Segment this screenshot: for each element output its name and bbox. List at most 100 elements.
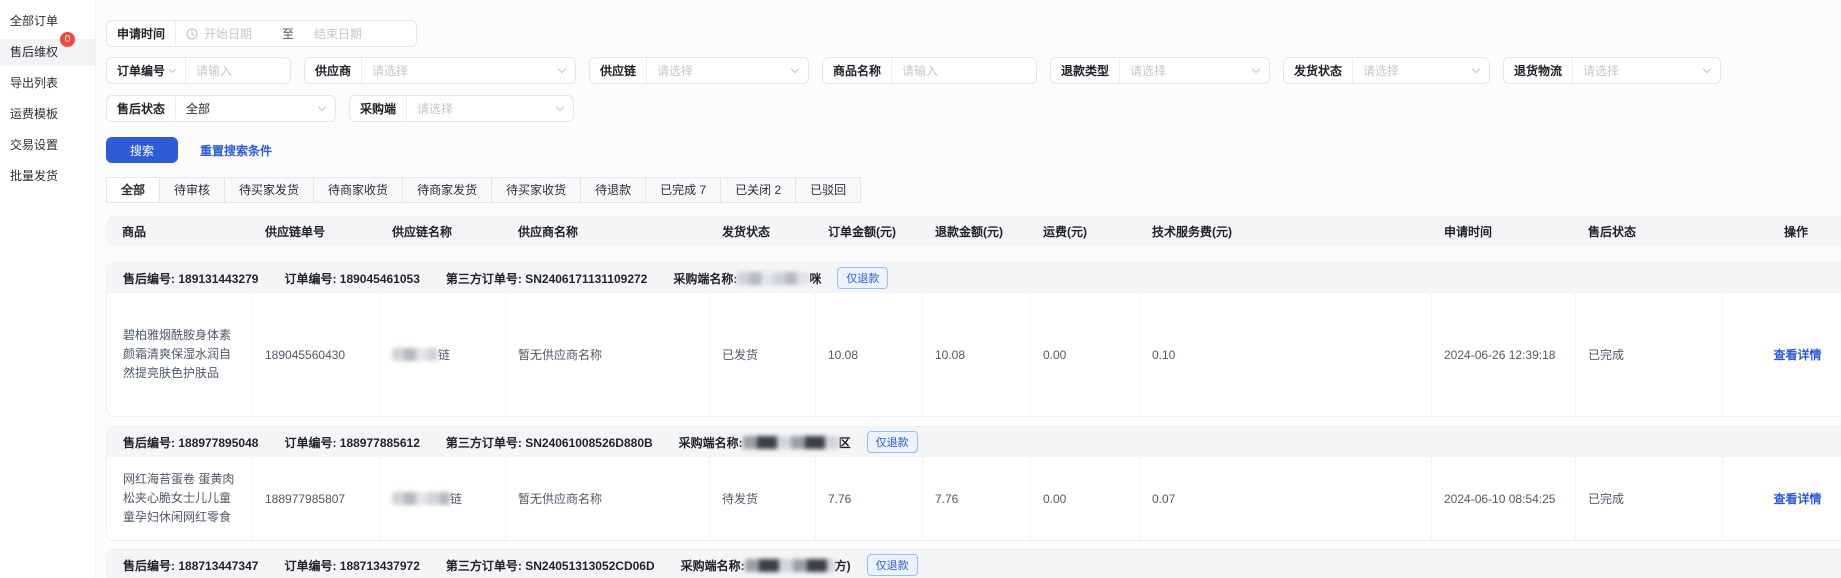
supply-chain-no: 188977985807 — [252, 457, 379, 540]
table-row: 网红海苔蛋卷 蛋黄肉松夹心脆女士儿儿童童孕妇休闲网红零食 18897798580… — [107, 457, 1841, 540]
sidebar-item-freight-template[interactable]: 运费模板 — [0, 101, 95, 128]
supplier-filter-label: 供应商 — [305, 58, 362, 83]
tab-buyer-to-receive[interactable]: 待买家收货 — [491, 177, 581, 203]
order-amount: 10.08 — [815, 293, 922, 416]
apply-time-filter: 申请时间 开始日期 至 结束日期 — [106, 20, 417, 47]
chevron-down-icon — [318, 103, 326, 111]
supplier-name: 暂无供应商名称 — [505, 457, 709, 540]
chevron-down-icon — [169, 65, 176, 72]
supplier-filter: 供应商 请选择 — [304, 57, 576, 84]
date-range-input[interactable]: 开始日期 至 结束日期 — [176, 21, 416, 46]
sidebar-item-label: 运费模板 — [10, 107, 58, 121]
after-sale-no: 售后编号: 188713447347 — [123, 557, 258, 574]
delivery-status-filter-label: 发货状态 — [1284, 58, 1353, 83]
sidebar-item-trade-settings[interactable]: 交易设置 — [0, 132, 95, 159]
col-operation: 操作 — [1721, 223, 1841, 240]
filter-row-date: 申请时间 开始日期 至 结束日期 — [106, 20, 1841, 47]
redacted-text — [745, 559, 835, 572]
tab-buyer-to-ship[interactable]: 待买家发货 — [224, 177, 314, 203]
sidebar: 全部订单 售后维权 0 导出列表 运费模板 交易设置 批量发货 — [0, 0, 95, 578]
product-name-input[interactable]: 请输入 — [892, 58, 1036, 83]
purchase-side-select[interactable]: 请选择 — [407, 96, 573, 121]
col-supply-chain-no: 供应链单号 — [251, 223, 378, 240]
refund-only-badge: 仅退款 — [867, 431, 918, 453]
redacted-text — [743, 436, 839, 449]
supply-chain-filter: 供应链 请选择 — [589, 57, 809, 84]
purchaser-name: 采购端名称:咪 — [673, 270, 821, 287]
search-button[interactable]: 搜索 — [106, 137, 178, 163]
col-supplier-name: 供应商名称 — [504, 223, 708, 240]
chevron-down-icon — [1252, 65, 1260, 73]
return-logistics-select[interactable]: 请选择 — [1573, 58, 1720, 83]
refund-amount: 7.76 — [922, 457, 1030, 540]
filter-row-2: 订单编号 请输入 供应商 请选择 供应链 请选择 商品名称 请输入 — [106, 57, 1841, 84]
after-sale-status-filter-label: 售后状态 — [107, 96, 176, 121]
refund-type-filter-label: 退款类型 — [1051, 58, 1120, 83]
order-group: 售后编号: 188977895048 订单编号: 188977885612 第三… — [106, 426, 1841, 541]
main-content: 申请时间 开始日期 至 结束日期 订单编号 请输入 供应商 — [95, 0, 1841, 578]
product-name-filter-label: 商品名称 — [823, 58, 892, 83]
order-group-header: 售后编号: 188713447347 订单编号: 188713437972 第三… — [107, 550, 1841, 578]
supplier-select[interactable]: 请选择 — [362, 58, 575, 83]
sidebar-item-export-list[interactable]: 导出列表 — [0, 70, 95, 97]
tab-pending-review[interactable]: 待审核 — [159, 177, 225, 203]
supply-chain-filter-label: 供应链 — [590, 58, 647, 83]
col-delivery-status: 发货状态 — [708, 223, 814, 240]
col-product: 商品 — [106, 223, 251, 240]
status-tabs: 全部 待审核 待买家发货 待商家收货 待商家发货 待买家收货 待退款 已完成 7… — [106, 177, 1841, 203]
redacted-text — [392, 492, 450, 505]
tab-completed[interactable]: 已完成 7 — [645, 177, 721, 203]
tab-merchant-to-ship[interactable]: 待商家发货 — [402, 177, 492, 203]
refund-type-filter: 退款类型 请选择 — [1050, 57, 1270, 84]
supplier-name: 暂无供应商名称 — [505, 293, 709, 416]
reset-filters-link[interactable]: 重置搜索条件 — [200, 142, 272, 159]
tech-service-fee: 0.07 — [1139, 457, 1431, 540]
view-detail-link[interactable]: 查看详情 — [1773, 346, 1821, 363]
sidebar-item-label: 全部订单 — [10, 14, 58, 28]
chevron-down-icon — [556, 103, 564, 111]
sidebar-item-all-orders[interactable]: 全部订单 — [0, 8, 95, 35]
after-sale-no: 售后编号: 189131443279 — [123, 270, 258, 287]
sidebar-item-after-sale[interactable]: 售后维权 0 — [0, 39, 95, 66]
purchase-side-filter-label: 采购端 — [350, 96, 407, 121]
tab-merchant-to-receive[interactable]: 待商家收货 — [313, 177, 403, 203]
col-refund-amount: 退款金额(元) — [921, 223, 1029, 240]
after-sale-status-select[interactable]: 全部 — [176, 96, 335, 121]
sidebar-item-label: 售后维权 — [10, 45, 58, 59]
third-party-order-no: 第三方订单号: SN24051313052CD06D — [446, 557, 655, 574]
third-party-order-no: 第三方订单号: SN2406171131109272 — [446, 270, 647, 287]
chevron-down-icon — [558, 65, 566, 73]
purchaser-name: 采购端名称:方) — [681, 557, 851, 574]
filter-actions: 搜索 重置搜索条件 — [106, 137, 1841, 163]
purchaser-name: 采购端名称:区 — [679, 434, 851, 451]
filter-row-3: 售后状态 全部 采购端 请选择 — [106, 95, 1841, 122]
view-detail-link[interactable]: 查看详情 — [1773, 490, 1821, 507]
tab-rejected[interactable]: 已驳回 — [795, 177, 861, 203]
chevron-down-icon — [791, 65, 799, 73]
redacted-text — [392, 348, 438, 361]
after-sale-status: 已完成 — [1575, 457, 1722, 540]
tab-pending-refund[interactable]: 待退款 — [580, 177, 646, 203]
col-after-sale-status: 售后状态 — [1574, 223, 1721, 240]
notification-badge: 0 — [60, 32, 75, 47]
col-freight: 运费(元) — [1029, 223, 1138, 240]
redacted-text — [737, 272, 809, 285]
tab-closed[interactable]: 已关闭 2 — [720, 177, 796, 203]
order-no: 订单编号: 188713437972 — [284, 557, 419, 574]
supply-chain-select[interactable]: 请选择 — [647, 58, 808, 83]
order-no-input[interactable]: 请输入 — [186, 58, 290, 83]
order-group-header: 售后编号: 189131443279 订单编号: 189045461053 第三… — [107, 263, 1841, 293]
order-group: 售后编号: 188713447347 订单编号: 188713437972 第三… — [106, 549, 1841, 578]
tech-service-fee: 0.10 — [1139, 293, 1431, 416]
order-group: 售后编号: 189131443279 订单编号: 189045461053 第三… — [106, 262, 1841, 417]
delivery-status-select[interactable]: 请选择 — [1353, 58, 1489, 83]
chevron-down-icon — [1472, 65, 1480, 73]
order-no-filter-label[interactable]: 订单编号 — [107, 58, 186, 83]
sidebar-item-batch-ship[interactable]: 批量发货 — [0, 163, 95, 190]
freight: 0.00 — [1030, 457, 1139, 540]
sidebar-item-label: 批量发货 — [10, 169, 58, 183]
refund-type-select[interactable]: 请选择 — [1120, 58, 1269, 83]
table-row: 碧柏雅烟酰胺身体素颜霜清爽保湿水润自然提亮肤色护肤品 189045560430 … — [107, 293, 1841, 416]
tab-all[interactable]: 全部 — [106, 177, 160, 203]
col-supply-chain-name: 供应链名称 — [378, 223, 504, 240]
